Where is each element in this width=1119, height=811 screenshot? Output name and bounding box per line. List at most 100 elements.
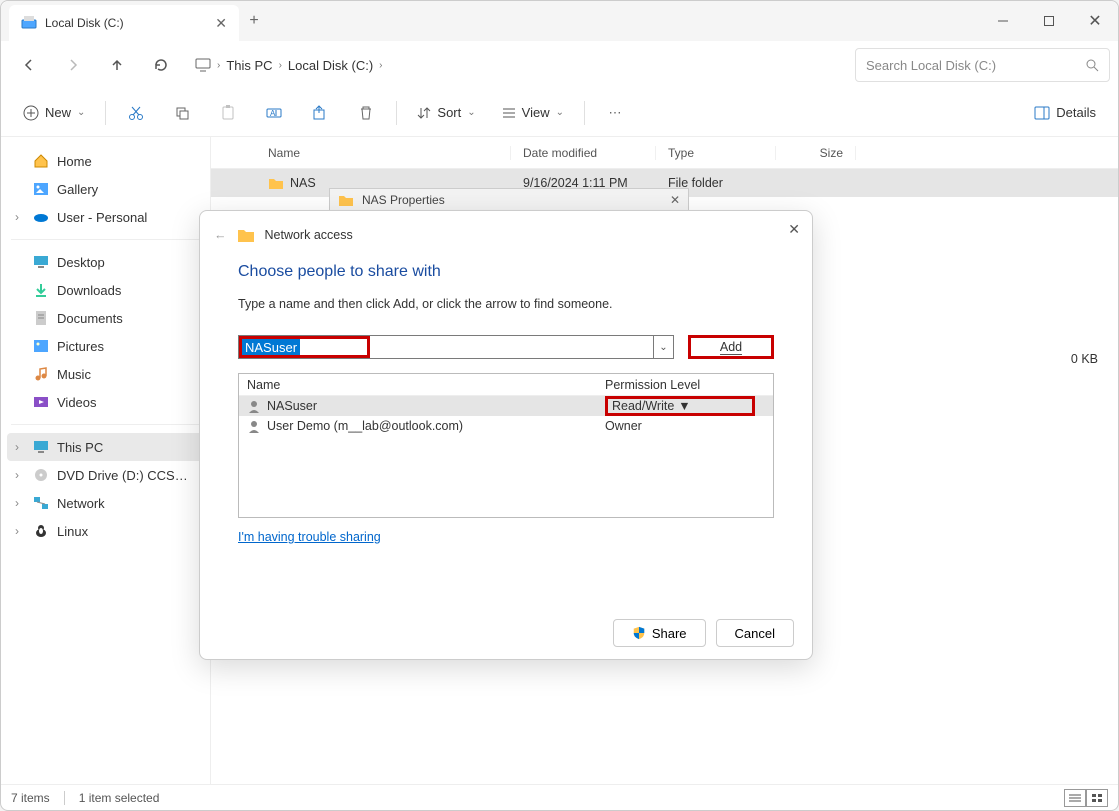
disk-icon: [21, 15, 37, 31]
cancel-button[interactable]: Cancel: [716, 619, 794, 647]
address-bar: › This PC › Local Disk (C:) › Search Loc…: [1, 41, 1118, 89]
chevron-down-icon: ⌄: [467, 107, 475, 118]
share-dialog-header: ← Network access: [200, 211, 812, 253]
sidebar-item-gallery[interactable]: Gallery: [7, 175, 204, 203]
caret-down-icon: ▼: [678, 399, 690, 413]
back-button[interactable]: [9, 47, 49, 83]
sidebar-item-music[interactable]: Music: [7, 360, 204, 388]
sidebar-item-pictures[interactable]: Pictures: [7, 332, 204, 360]
gallery-icon: [33, 181, 49, 197]
perm-col-level[interactable]: Permission Level: [597, 378, 773, 392]
shield-icon: [632, 626, 646, 640]
videos-icon: [33, 394, 49, 410]
toolbar: New ⌄ A Sort ⌄ View ⌄ ⋯ Details: [1, 89, 1118, 137]
properties-dialog: NAS Properties ✕: [329, 188, 689, 212]
sidebar-item-downloads[interactable]: Downloads: [7, 276, 204, 304]
view-toggle[interactable]: [1064, 789, 1108, 807]
monitor-icon: [33, 439, 49, 455]
sort-button[interactable]: Sort ⌄: [407, 96, 485, 130]
sidebar-item-videos[interactable]: Videos: [7, 388, 204, 416]
up-button[interactable]: [97, 47, 137, 83]
window-controls: ✕: [980, 5, 1118, 37]
forward-button[interactable]: [53, 47, 93, 83]
details-view-icon[interactable]: [1064, 789, 1086, 807]
folder-icon: [338, 193, 354, 207]
permission-dropdown[interactable]: Read/Write▼: [605, 396, 755, 416]
column-name[interactable]: Name: [256, 146, 511, 160]
column-size[interactable]: Size: [776, 146, 856, 160]
share-user-combo[interactable]: NASuser ⌄: [238, 335, 674, 359]
permission-row[interactable]: NASuser Read/Write▼: [239, 396, 773, 416]
share-dialog: ✕ ← Network access Choose people to shar…: [199, 210, 813, 660]
chevron-right-icon[interactable]: ›: [279, 60, 282, 71]
thumbnails-view-icon[interactable]: [1086, 789, 1108, 807]
rename-button[interactable]: A: [254, 96, 294, 130]
permission-table: Name Permission Level NASuser Read/Write…: [238, 373, 774, 518]
user-icon: [247, 419, 261, 433]
sidebar: Home Gallery User - Personal Desktop Dow…: [1, 137, 211, 784]
properties-title: NAS Properties: [362, 193, 445, 207]
minimize-button[interactable]: [980, 5, 1026, 37]
sidebar-item-desktop[interactable]: Desktop: [7, 248, 204, 276]
delete-button[interactable]: [346, 96, 386, 130]
status-selected: 1 item selected: [79, 791, 160, 805]
download-icon: [33, 282, 49, 298]
back-icon[interactable]: ←: [214, 228, 227, 242]
chevron-right-icon[interactable]: ›: [379, 60, 382, 71]
breadcrumb-segment[interactable]: This PC: [226, 58, 272, 73]
window-tab[interactable]: Local Disk (C:) ✕: [9, 5, 239, 41]
share-button[interactable]: Share: [613, 619, 706, 647]
search-input[interactable]: Search Local Disk (C:): [855, 48, 1110, 82]
close-icon[interactable]: ✕: [670, 193, 680, 207]
breadcrumb-segment[interactable]: Local Disk (C:): [288, 58, 373, 73]
permission-row[interactable]: User Demo (m__lab@outlook.com) Owner: [239, 416, 773, 436]
sidebar-item-home[interactable]: Home: [7, 147, 204, 175]
linux-icon: [33, 523, 49, 539]
column-headers[interactable]: Name Date modified Type Size: [211, 137, 1118, 169]
documents-icon: [33, 310, 49, 326]
sidebar-item-user-personal[interactable]: User - Personal: [7, 203, 204, 231]
share-title: Choose people to share with: [238, 263, 774, 281]
chevron-down-icon: ⌄: [556, 107, 564, 118]
chevron-right-icon[interactable]: ›: [217, 60, 220, 71]
maximize-button[interactable]: [1026, 5, 1072, 37]
chevron-down-icon: ⌄: [77, 107, 85, 118]
close-button[interactable]: ✕: [1072, 5, 1118, 37]
view-button[interactable]: View ⌄: [492, 96, 574, 130]
preview-size: 0 KB: [1071, 352, 1098, 366]
column-type[interactable]: Type: [656, 146, 776, 160]
paste-button[interactable]: [208, 96, 248, 130]
folder-icon: [237, 227, 255, 243]
copy-button[interactable]: [162, 96, 202, 130]
close-icon[interactable]: ✕: [788, 221, 800, 238]
folder-icon: [268, 176, 284, 190]
close-tab-icon[interactable]: ✕: [215, 15, 227, 32]
refresh-button[interactable]: [141, 47, 181, 83]
share-instruction: Type a name and then click Add, or click…: [238, 297, 774, 311]
share-button[interactable]: [300, 96, 340, 130]
share-user-input[interactable]: NASuser: [239, 336, 300, 358]
sidebar-item-network[interactable]: Network: [7, 489, 204, 517]
breadcrumb[interactable]: › This PC › Local Disk (C:) ›: [185, 57, 851, 73]
chevron-down-icon[interactable]: ⌄: [653, 336, 673, 358]
music-icon: [33, 366, 49, 382]
details-button[interactable]: Details: [1024, 96, 1106, 130]
desktop-icon: [33, 254, 49, 270]
tab-title: Local Disk (C:): [45, 16, 207, 30]
sidebar-item-linux[interactable]: Linux: [7, 517, 204, 545]
sidebar-item-documents[interactable]: Documents: [7, 304, 204, 332]
onedrive-icon: [33, 209, 49, 225]
more-button[interactable]: ⋯: [595, 96, 635, 130]
column-date[interactable]: Date modified: [511, 146, 656, 160]
sidebar-item-dvd[interactable]: DVD Drive (D:) CCSA_X64FR: [7, 461, 204, 489]
trouble-sharing-link[interactable]: I'm having trouble sharing: [238, 530, 381, 544]
new-button[interactable]: New ⌄: [13, 96, 95, 130]
status-bar: 7 items 1 item selected: [1, 784, 1118, 810]
sidebar-item-this-pc[interactable]: This PC: [7, 433, 204, 461]
search-placeholder: Search Local Disk (C:): [866, 58, 996, 73]
add-button[interactable]: Add: [688, 335, 774, 359]
network-icon: [33, 495, 49, 511]
cut-button[interactable]: [116, 96, 156, 130]
new-tab-button[interactable]: +: [239, 12, 269, 30]
perm-col-name[interactable]: Name: [239, 378, 597, 392]
